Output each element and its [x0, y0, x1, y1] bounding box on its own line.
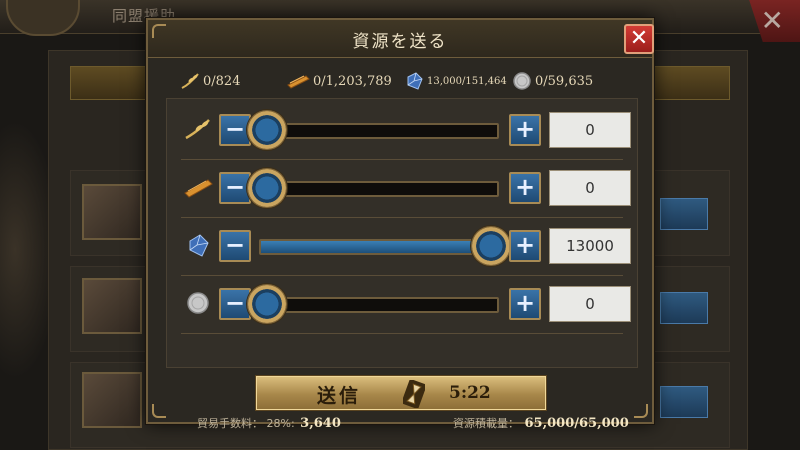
capacity-label: 資源積載量： [453, 417, 519, 430]
wheat-icon [185, 119, 210, 140]
send-resources-dialog: 資源を送る ✕ 0/824 0/1,203,789 13,000/151,464… [146, 18, 654, 431]
background-action-button [660, 292, 708, 324]
slider-row-wood: − + 0 [167, 161, 637, 217]
background-close-icon[interactable]: ✕ [761, 4, 784, 37]
divider [181, 275, 623, 276]
send-button-label: 送信 [317, 385, 362, 407]
amount-input[interactable]: 0 [549, 112, 631, 148]
corner-ornament [152, 404, 166, 418]
slider-row-wheat: − + 0 [167, 103, 637, 159]
avatar [82, 372, 142, 428]
slider-handle[interactable] [243, 280, 291, 328]
silver-coin-icon [187, 292, 209, 314]
silver-coin-icon [513, 72, 531, 90]
dialog-header: 資源を送る [148, 20, 652, 58]
resource-total-crystal: 13,000/151,464 [404, 70, 507, 92]
close-button[interactable]: ✕ [624, 24, 654, 54]
blue-crystal-icon [189, 234, 209, 257]
background-action-button [660, 198, 708, 230]
resource-slider-panel: − + 0 − + 0 − + 13000 − + 0 貿易手数料： 28%: … [166, 98, 638, 431]
send-button[interactable]: 送信 5:22 [256, 376, 546, 410]
divider [181, 217, 623, 218]
trade-fee-label: 貿易手数料： [197, 417, 263, 430]
slider-handle[interactable] [467, 222, 515, 270]
decrease-button[interactable]: − [219, 230, 251, 262]
wheat-icon [181, 73, 199, 89]
wood-plank-icon [184, 179, 213, 198]
resource-total-label: 0/824 [203, 73, 241, 89]
slider-track[interactable] [259, 239, 499, 255]
resource-total-label: 0/59,635 [535, 73, 594, 89]
divider [181, 159, 623, 160]
amount-input[interactable]: 0 [549, 286, 631, 322]
resource-total-silver: 0/59,635 [512, 70, 593, 92]
capacity-value: 65,000/65,000 [524, 416, 629, 431]
slider-fill [261, 241, 497, 253]
trade-fee-info: 貿易手数料： 28%: 3,640 [197, 415, 341, 431]
avatar [82, 278, 142, 334]
increase-button[interactable]: + [509, 288, 541, 320]
march-time: 5:22 [449, 383, 491, 403]
increase-button[interactable]: + [509, 172, 541, 204]
resource-total-label: 13,000/151,464 [427, 75, 507, 87]
slider-track[interactable] [259, 123, 499, 139]
resource-total-wood: 0/1,203,789 [286, 70, 392, 92]
amount-input[interactable]: 0 [549, 170, 631, 206]
slider-handle[interactable] [243, 164, 291, 212]
slider-row-silver: − + 0 [167, 277, 637, 333]
wood-plank-icon [287, 75, 310, 89]
background-action-button [660, 386, 708, 418]
slider-track[interactable] [259, 297, 499, 313]
slider-handle[interactable] [243, 106, 291, 154]
dialog-title: 資源を送る [352, 32, 448, 52]
blue-crystal-icon [407, 72, 423, 90]
increase-button[interactable]: + [509, 114, 541, 146]
corner-ornament [634, 404, 648, 418]
amount-input[interactable]: 13000 [549, 228, 631, 264]
trade-fee-rate: 28%: [266, 417, 295, 430]
capacity-info: 資源積載量： 65,000/65,000 [453, 415, 629, 431]
resource-total-wheat: 0/824 [180, 70, 240, 92]
slider-track[interactable] [259, 181, 499, 197]
resource-total-label: 0/1,203,789 [313, 73, 392, 89]
trade-fee-amount: 3,640 [300, 416, 341, 431]
increase-button[interactable]: + [509, 230, 541, 262]
avatar [82, 184, 142, 240]
slider-row-crystal: − + 13000 [167, 219, 637, 275]
divider [181, 333, 623, 334]
hourglass-icon [403, 380, 425, 408]
